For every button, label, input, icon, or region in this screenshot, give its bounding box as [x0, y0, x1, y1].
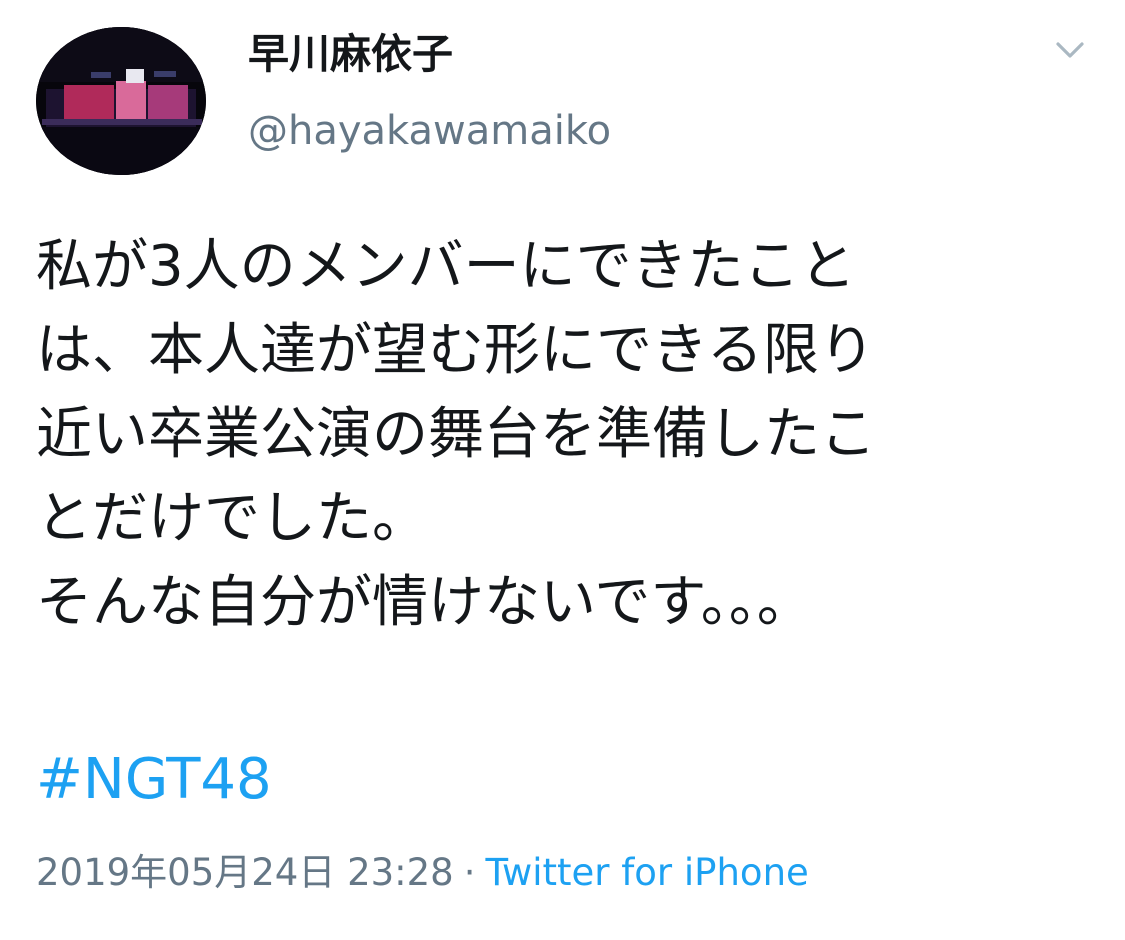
user-handle[interactable]: @hayakawamaiko [248, 105, 611, 157]
tweet-text-line: とだけでした。 [36, 486, 428, 551]
tweet-card: 早川麻依子 @hayakawamaiko 私が3人のメンバーにできたこと は、本… [0, 0, 1125, 940]
hashtag-link[interactable]: #NGT48 [36, 742, 272, 818]
tweet-text: 私が3人のメンバーにできたこと は、本人達が望む形にできる限り 近い卒業公演の舞… [36, 225, 1096, 645]
tweet-meta: 2019年05月24日 23:28 · Twitter for iPhone [36, 847, 809, 899]
chevron-down-icon[interactable] [1050, 34, 1090, 64]
tweet-text-line: そんな自分が情けないです。。。 [36, 570, 813, 635]
tweet-text-line: は、本人達が望む形にできる限り [36, 318, 875, 383]
avatar[interactable] [36, 27, 206, 175]
avatar-stage-image [36, 27, 206, 175]
timestamp[interactable]: 2019年05月24日 23:28 [36, 851, 454, 894]
tweet-text-line: 私が3人のメンバーにできたこと [36, 234, 856, 299]
display-name[interactable]: 早川麻依子 [248, 28, 453, 80]
source-link[interactable]: Twitter for iPhone [485, 851, 808, 894]
tweet-text-line: 近い卒業公演の舞台を準備したこ [36, 402, 876, 467]
meta-separator: · [463, 851, 476, 894]
